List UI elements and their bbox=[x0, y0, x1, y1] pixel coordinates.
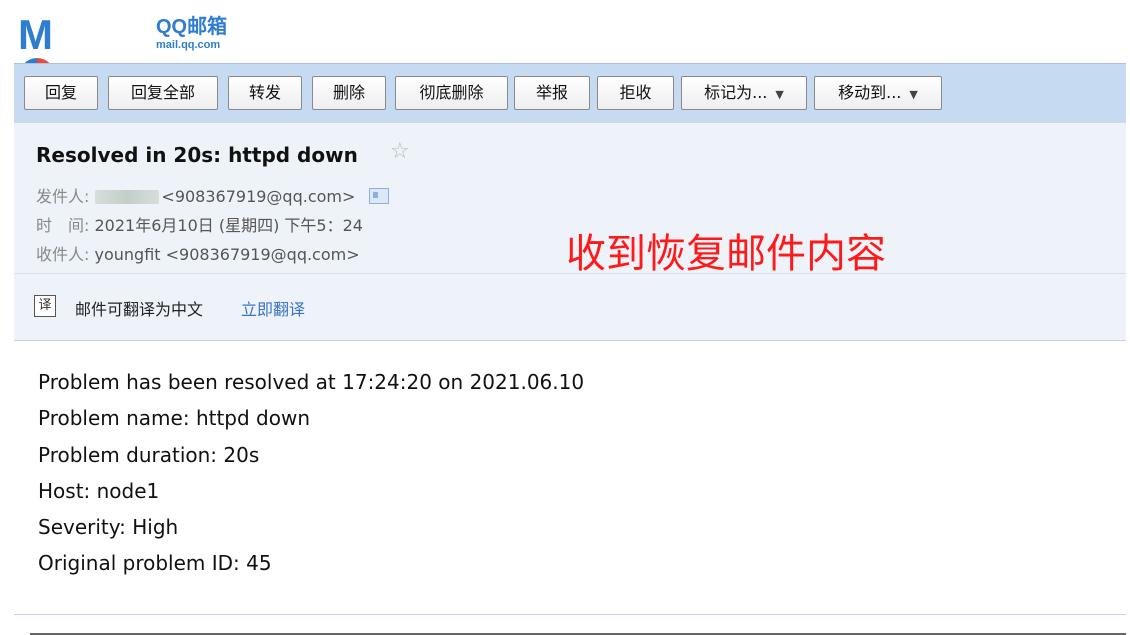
move-to-dropdown[interactable]: 移动到... ▼ bbox=[814, 76, 942, 110]
logo-cn: QQ邮箱 bbox=[156, 16, 228, 38]
star-icon[interactable]: ☆ bbox=[390, 139, 410, 164]
time-label: 时 间: bbox=[36, 216, 90, 235]
time-row: 时 间: 2021年6月10日 (星期四) 下午5：24 bbox=[36, 212, 363, 236]
divider bbox=[14, 614, 1126, 615]
chevron-down-icon: ▼ bbox=[909, 88, 918, 101]
reject-button[interactable]: 拒收 bbox=[597, 76, 674, 110]
mail-body: Problem has been resolved at 17:24:20 on… bbox=[38, 368, 584, 586]
translate-icon: 译 bbox=[34, 295, 56, 317]
from-address[interactable]: <908367919@qq.com> bbox=[161, 187, 355, 206]
mark-as-label: 标记为... bbox=[704, 83, 768, 102]
logo-text: QQ邮箱 mail.qq.com bbox=[156, 16, 266, 52]
translate-now-link[interactable]: 立即翻译 bbox=[241, 296, 305, 320]
body-line: Host: node1 bbox=[38, 478, 160, 503]
red-annotation: 收到恢复邮件内容 bbox=[566, 231, 886, 277]
mail-toolbar: 回复 回复全部 转发 删除 彻底删除 举报 拒收 标记为... ▼ 移动到... ▼ bbox=[14, 63, 1126, 124]
permanent-delete-button[interactable]: 彻底删除 bbox=[395, 76, 508, 110]
body-line: Problem name: httpd down bbox=[38, 406, 311, 431]
delete-button[interactable]: 删除 bbox=[312, 76, 386, 110]
from-label: 发件人: bbox=[36, 187, 90, 206]
to-label: 收件人: bbox=[36, 245, 90, 264]
mail-subject: Resolved in 20s: httpd down bbox=[36, 143, 358, 167]
to-row: 收件人: youngfit <908367919@qq.com> bbox=[36, 241, 360, 265]
body-line: Original problem ID: 45 bbox=[38, 551, 272, 576]
forward-button[interactable]: 转发 bbox=[228, 76, 302, 110]
translate-bar: 译 邮件可翻译为中文 立即翻译 bbox=[14, 273, 1126, 341]
report-button[interactable]: 举报 bbox=[514, 76, 590, 110]
reply-all-button[interactable]: 回复全部 bbox=[108, 76, 218, 110]
mark-as-dropdown[interactable]: 标记为... ▼ bbox=[681, 76, 807, 110]
body-line: Problem duration: 20s bbox=[38, 442, 260, 467]
mail-header: Resolved in 20s: httpd down ☆ 发件人: <90836… bbox=[14, 123, 1126, 277]
translate-hint: 邮件可翻译为中文 bbox=[75, 300, 204, 319]
contact-card-icon[interactable] bbox=[369, 188, 390, 204]
body-line: Problem has been resolved at 17:24:20 on… bbox=[38, 370, 585, 394]
reply-button[interactable]: 回复 bbox=[24, 76, 98, 110]
logo-url: mail.qq.com bbox=[156, 39, 221, 51]
chevron-down-icon: ▼ bbox=[775, 88, 784, 101]
sender-name-redacted bbox=[95, 190, 160, 204]
time-value: 2021年6月10日 (星期四) 下午5：24 bbox=[94, 216, 363, 235]
from-row: 发件人: <908367919@qq.com> bbox=[36, 183, 390, 207]
to-value[interactable]: youngfit <908367919@qq.com> bbox=[95, 245, 360, 264]
move-to-label: 移动到... bbox=[838, 83, 902, 102]
body-line: Severity: High bbox=[38, 515, 179, 540]
